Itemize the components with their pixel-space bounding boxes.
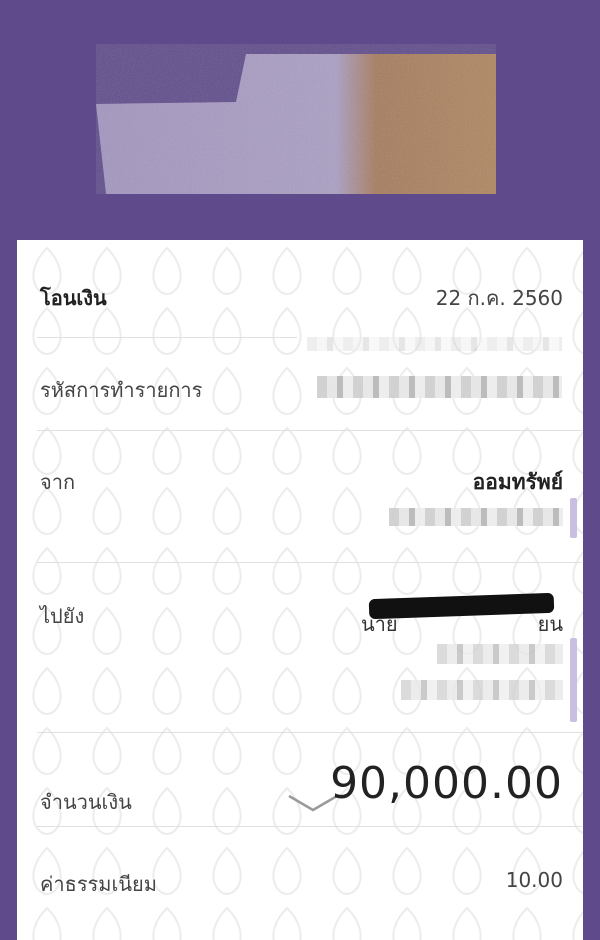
divider xyxy=(37,337,297,338)
transfer-date: 22 ก.ค. 2560 xyxy=(435,286,563,310)
divider xyxy=(37,826,582,827)
from-account-number-redacted xyxy=(389,508,563,526)
amount-value: 90,000.00 xyxy=(330,758,563,809)
divider xyxy=(37,732,582,733)
divider xyxy=(37,430,582,431)
scroll-indicator xyxy=(570,638,577,722)
fee-label: ค่าธรรมเนียม xyxy=(40,872,157,896)
transaction-id-redacted xyxy=(317,376,562,398)
fee-value: 10.00 xyxy=(505,868,563,892)
redaction-marker xyxy=(368,592,555,620)
to-label: ไปยัง xyxy=(40,604,85,628)
blurred-logo xyxy=(96,54,496,194)
header-bar xyxy=(0,0,600,240)
to-bank-redacted xyxy=(437,644,563,664)
divider xyxy=(37,562,582,563)
transaction-id-label: รหัสการทำรายการ xyxy=(40,378,203,402)
transfer-slip-card: โอนเงิน 22 ก.ค. 2560 รหัสการทำรายการ จาก… xyxy=(17,240,583,940)
scroll-indicator xyxy=(570,498,577,538)
amount-label: จำนวนเงิน xyxy=(40,790,132,814)
redacted-area xyxy=(307,337,562,351)
from-label: จาก xyxy=(40,470,76,494)
to-account-number-redacted xyxy=(401,680,563,700)
slip-title: โอนเงิน xyxy=(40,286,107,310)
from-account-type: ออมทรัพย์ xyxy=(472,470,563,494)
